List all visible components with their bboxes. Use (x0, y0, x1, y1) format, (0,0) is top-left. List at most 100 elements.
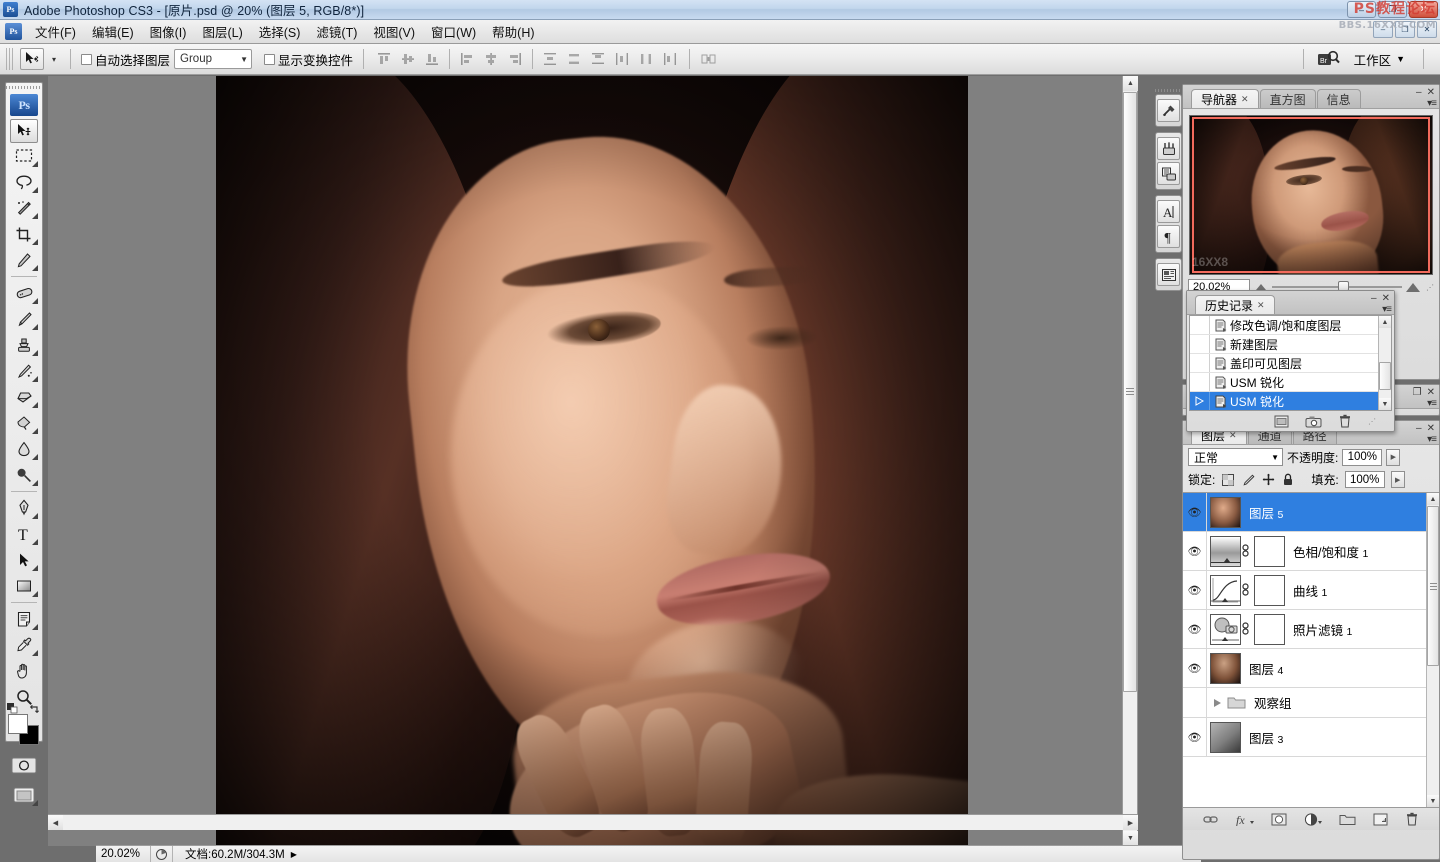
layer-mask-thumbnail[interactable] (1254, 535, 1285, 567)
close-button[interactable]: ✕ (1409, 1, 1438, 18)
layer-mask-link-icon[interactable] (1241, 544, 1254, 558)
align-right-edges-icon[interactable] (505, 49, 525, 69)
minimize-button[interactable]: – (1347, 1, 1376, 18)
layer-thumbnail[interactable] (1210, 652, 1241, 684)
lock-all-icon[interactable] (1281, 473, 1295, 487)
link-layers-icon[interactable] (1203, 813, 1219, 825)
layer-visibility-toggle[interactable]: 👁 (1183, 718, 1207, 756)
table-row[interactable]: 👁 色相/饱和度 1 (1183, 532, 1439, 571)
distribute-left-icon[interactable] (612, 49, 632, 69)
show-transform-checkbox[interactable]: 显示变换控件 (264, 50, 353, 69)
screen-mode-icon[interactable] (7, 782, 41, 808)
history-snapshot-checkbox[interactable] (1190, 335, 1210, 353)
eyedropper-tool[interactable] (7, 632, 41, 658)
vertical-scroll-thumb[interactable] (1123, 92, 1137, 692)
opacity-input[interactable]: 100% (1342, 448, 1383, 466)
list-item[interactable]: 盖印可见图层 (1190, 354, 1391, 373)
rectangle-shape-tool[interactable] (7, 573, 41, 599)
align-top-edges-icon[interactable] (374, 49, 394, 69)
zoom-in-icon[interactable] (1406, 282, 1420, 292)
minimize-icon[interactable]: – (1416, 87, 1422, 98)
close-icon[interactable]: ✕ (1427, 423, 1435, 434)
list-item[interactable]: 新建图层 (1190, 335, 1391, 354)
layer-visibility-toggle[interactable]: 👁 (1183, 493, 1207, 531)
navigator-resize-grip[interactable]: ⋰ (1426, 283, 1434, 292)
layer-visibility-toggle[interactable]: 👁 (1183, 649, 1207, 687)
navigator-thumbnail[interactable] (1189, 115, 1433, 275)
blur-tool[interactable] (7, 436, 41, 462)
layer-mask-link-icon[interactable] (1241, 622, 1254, 636)
move-tool[interactable] (10, 119, 38, 143)
foreground-color-swatch[interactable] (8, 714, 28, 734)
layer-visibility-toggle[interactable]: 👁 (1183, 571, 1207, 609)
layers-scroll-up-button[interactable]: ▲ (1427, 493, 1439, 505)
layer-thumbnail[interactable] (1210, 496, 1241, 528)
layer-thumbnail[interactable] (1210, 535, 1241, 567)
lock-image-pixels-icon[interactable] (1241, 473, 1255, 487)
layers-list[interactable]: 👁 图层 5 👁 色相/饱和度 1 👁 曲线 1 👁 照片滤镜 1 👁 图层 4… (1183, 492, 1439, 808)
menu-layer[interactable]: 图层(L) (194, 19, 250, 44)
table-row[interactable]: 👁 图层 4 (1183, 649, 1439, 688)
layers-scroll-down-button[interactable]: ▼ (1427, 795, 1439, 807)
history-brush-tool[interactable] (7, 358, 41, 384)
hand-tool[interactable] (7, 658, 41, 684)
crop-tool[interactable] (7, 221, 41, 247)
brush-tool[interactable] (7, 306, 41, 332)
dodge-tool[interactable] (7, 462, 41, 488)
add-layer-mask-icon[interactable] (1271, 813, 1287, 826)
eraser-tool[interactable] (7, 384, 41, 410)
history-resize-grip[interactable]: ⋰ (1368, 417, 1376, 426)
auto-align-layers-icon[interactable] (699, 49, 719, 69)
document-minimize-button[interactable]: – (1373, 21, 1393, 38)
dock-grip[interactable] (1155, 86, 1182, 94)
menu-edit[interactable]: 编辑(E) (84, 19, 142, 44)
list-item[interactable]: USM 锐化 (1190, 392, 1391, 410)
new-fill-adjustment-layer-icon[interactable] (1304, 812, 1322, 826)
tool-preset-chevron-icon[interactable]: ▾ (48, 55, 60, 64)
character-icon[interactable]: A (1157, 200, 1180, 223)
tools-panel-grip[interactable] (6, 83, 42, 92)
menu-filter[interactable]: 滤镜(T) (308, 19, 365, 44)
menu-select[interactable]: 选择(S) (251, 19, 309, 44)
history-list[interactable]: 修改色调/饱和度图层 新建图层 盖印可见图层 USM 锐化 USM 锐化 ▲ ▼ (1189, 315, 1392, 411)
align-horizontal-centers-icon[interactable] (481, 49, 501, 69)
path-selection-tool[interactable] (7, 547, 41, 573)
canvas[interactable]: ▲ ▼ ◀ ▶ (48, 76, 1138, 846)
menu-view[interactable]: 视图(V) (365, 19, 423, 44)
clone-stamp-tool[interactable] (7, 332, 41, 358)
align-left-edges-icon[interactable] (457, 49, 477, 69)
history-scroll-thumb[interactable] (1379, 362, 1391, 390)
tool-presets-icon[interactable] (1157, 99, 1180, 122)
type-tool[interactable]: T (7, 521, 41, 547)
delete-state-icon[interactable] (1338, 414, 1352, 428)
navigator-panel-menu-icon[interactable]: ▾≡ (1427, 98, 1437, 109)
list-item[interactable]: USM 锐化 (1190, 373, 1391, 392)
menu-image[interactable]: 图像(I) (142, 19, 195, 44)
swap-colors-icon[interactable] (29, 704, 41, 715)
layer-mask-thumbnail[interactable] (1254, 613, 1285, 645)
layer-thumbnail[interactable] (1210, 574, 1241, 606)
zoom-slider-track[interactable] (1272, 286, 1402, 288)
align-bottom-edges-icon[interactable] (422, 49, 442, 69)
lasso-tool[interactable] (7, 169, 41, 195)
auto-select-checkbox[interactable]: 自动选择图层 (81, 50, 170, 69)
layers-scroll-thumb[interactable] (1427, 506, 1439, 666)
scroll-down-button[interactable]: ▼ (1123, 831, 1138, 846)
bridge-icon[interactable]: Br (1316, 48, 1342, 70)
options-bar-grip[interactable] (6, 48, 13, 70)
scroll-up-button[interactable]: ▲ (1123, 76, 1138, 91)
layer-name[interactable]: 色相/饱和度 1 (1293, 542, 1368, 561)
list-item[interactable]: 修改色调/饱和度图层 (1190, 316, 1391, 335)
close-icon[interactable]: ✕ (1241, 94, 1249, 105)
lock-position-icon[interactable] (1261, 473, 1275, 487)
lock-transparent-pixels-icon[interactable] (1221, 473, 1235, 487)
zoom-level-field[interactable]: 20.02% (96, 846, 151, 862)
table-row[interactable]: 观察组 (1183, 687, 1439, 718)
opacity-slider-button[interactable]: ▶ (1386, 448, 1401, 466)
minimize-icon[interactable]: – (1416, 423, 1422, 434)
status-menu-arrow-icon[interactable]: ▶ (285, 850, 303, 859)
history-scroll-down-button[interactable]: ▼ (1379, 398, 1391, 410)
paragraph-icon[interactable]: ¶ (1157, 225, 1180, 248)
new-group-icon[interactable] (1339, 813, 1356, 826)
group-expand-arrow-icon[interactable] (1207, 698, 1227, 708)
